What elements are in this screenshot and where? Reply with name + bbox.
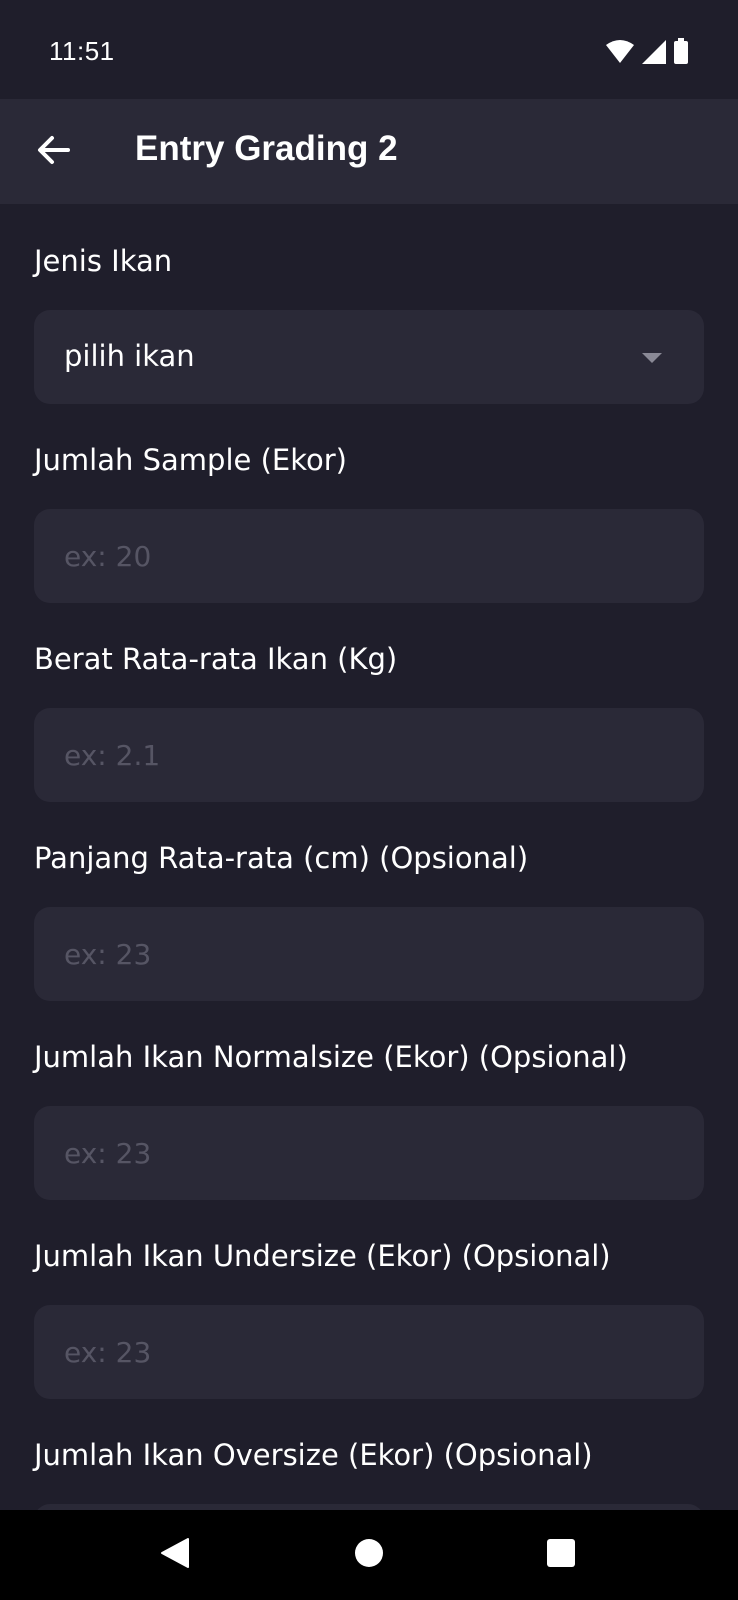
berat-rata-label: Berat Rata-rata Ikan (Kg) bbox=[34, 642, 398, 676]
undersize-input[interactable] bbox=[64, 1305, 664, 1399]
status-bar: 11:51 bbox=[0, 0, 738, 99]
normalsize-label: Jumlah Ikan Normalsize (Ekor) (Opsional) bbox=[34, 1040, 628, 1074]
jenis-ikan-dropdown[interactable]: pilih ikan bbox=[34, 310, 704, 404]
wifi-icon bbox=[606, 40, 634, 68]
panjang-rata-field-box bbox=[34, 907, 704, 1001]
berat-rata-field-box bbox=[34, 708, 704, 802]
jumlah-sample-input[interactable] bbox=[64, 509, 664, 603]
berat-rata-input[interactable] bbox=[64, 708, 664, 802]
battery-icon bbox=[674, 38, 688, 68]
nav-back-button[interactable] bbox=[150, 1530, 200, 1580]
jenis-ikan-selected-value: pilih ikan bbox=[64, 339, 195, 373]
panjang-rata-label: Panjang Rata-rata (cm) (Opsional) bbox=[34, 841, 529, 875]
screen: 11:51 Entry Grading 2 Jenis Ikan pilih i… bbox=[0, 0, 738, 1600]
back-triangle-icon bbox=[160, 1537, 190, 1573]
nav-recents-button[interactable] bbox=[536, 1530, 586, 1580]
oversize-label: Jumlah Ikan Oversize (Ekor) (Opsional) bbox=[34, 1438, 593, 1472]
status-time: 11:51 bbox=[49, 36, 115, 66]
normalsize-field-box bbox=[34, 1106, 704, 1200]
page-title: Entry Grading 2 bbox=[135, 129, 398, 168]
back-button[interactable] bbox=[26, 125, 80, 179]
undersize-label: Jumlah Ikan Undersize (Ekor) (Opsional) bbox=[34, 1239, 611, 1273]
undersize-field-box bbox=[34, 1305, 704, 1399]
system-nav-bar bbox=[0, 1510, 738, 1600]
home-circle-icon bbox=[354, 1538, 384, 1572]
jumlah-sample-field-box bbox=[34, 509, 704, 603]
normalsize-input[interactable] bbox=[64, 1106, 664, 1200]
app-bar: Entry Grading 2 bbox=[0, 99, 738, 204]
status-icons bbox=[606, 38, 688, 68]
jenis-ikan-label: Jenis Ikan bbox=[34, 244, 173, 278]
caret-down-icon bbox=[642, 353, 662, 363]
arrow-left-icon bbox=[35, 132, 71, 172]
panjang-rata-input[interactable] bbox=[64, 907, 664, 1001]
jumlah-sample-label: Jumlah Sample (Ekor) bbox=[34, 443, 347, 477]
nav-home-button[interactable] bbox=[344, 1530, 394, 1580]
recents-square-icon bbox=[546, 1538, 576, 1572]
signal-icon bbox=[642, 40, 666, 68]
